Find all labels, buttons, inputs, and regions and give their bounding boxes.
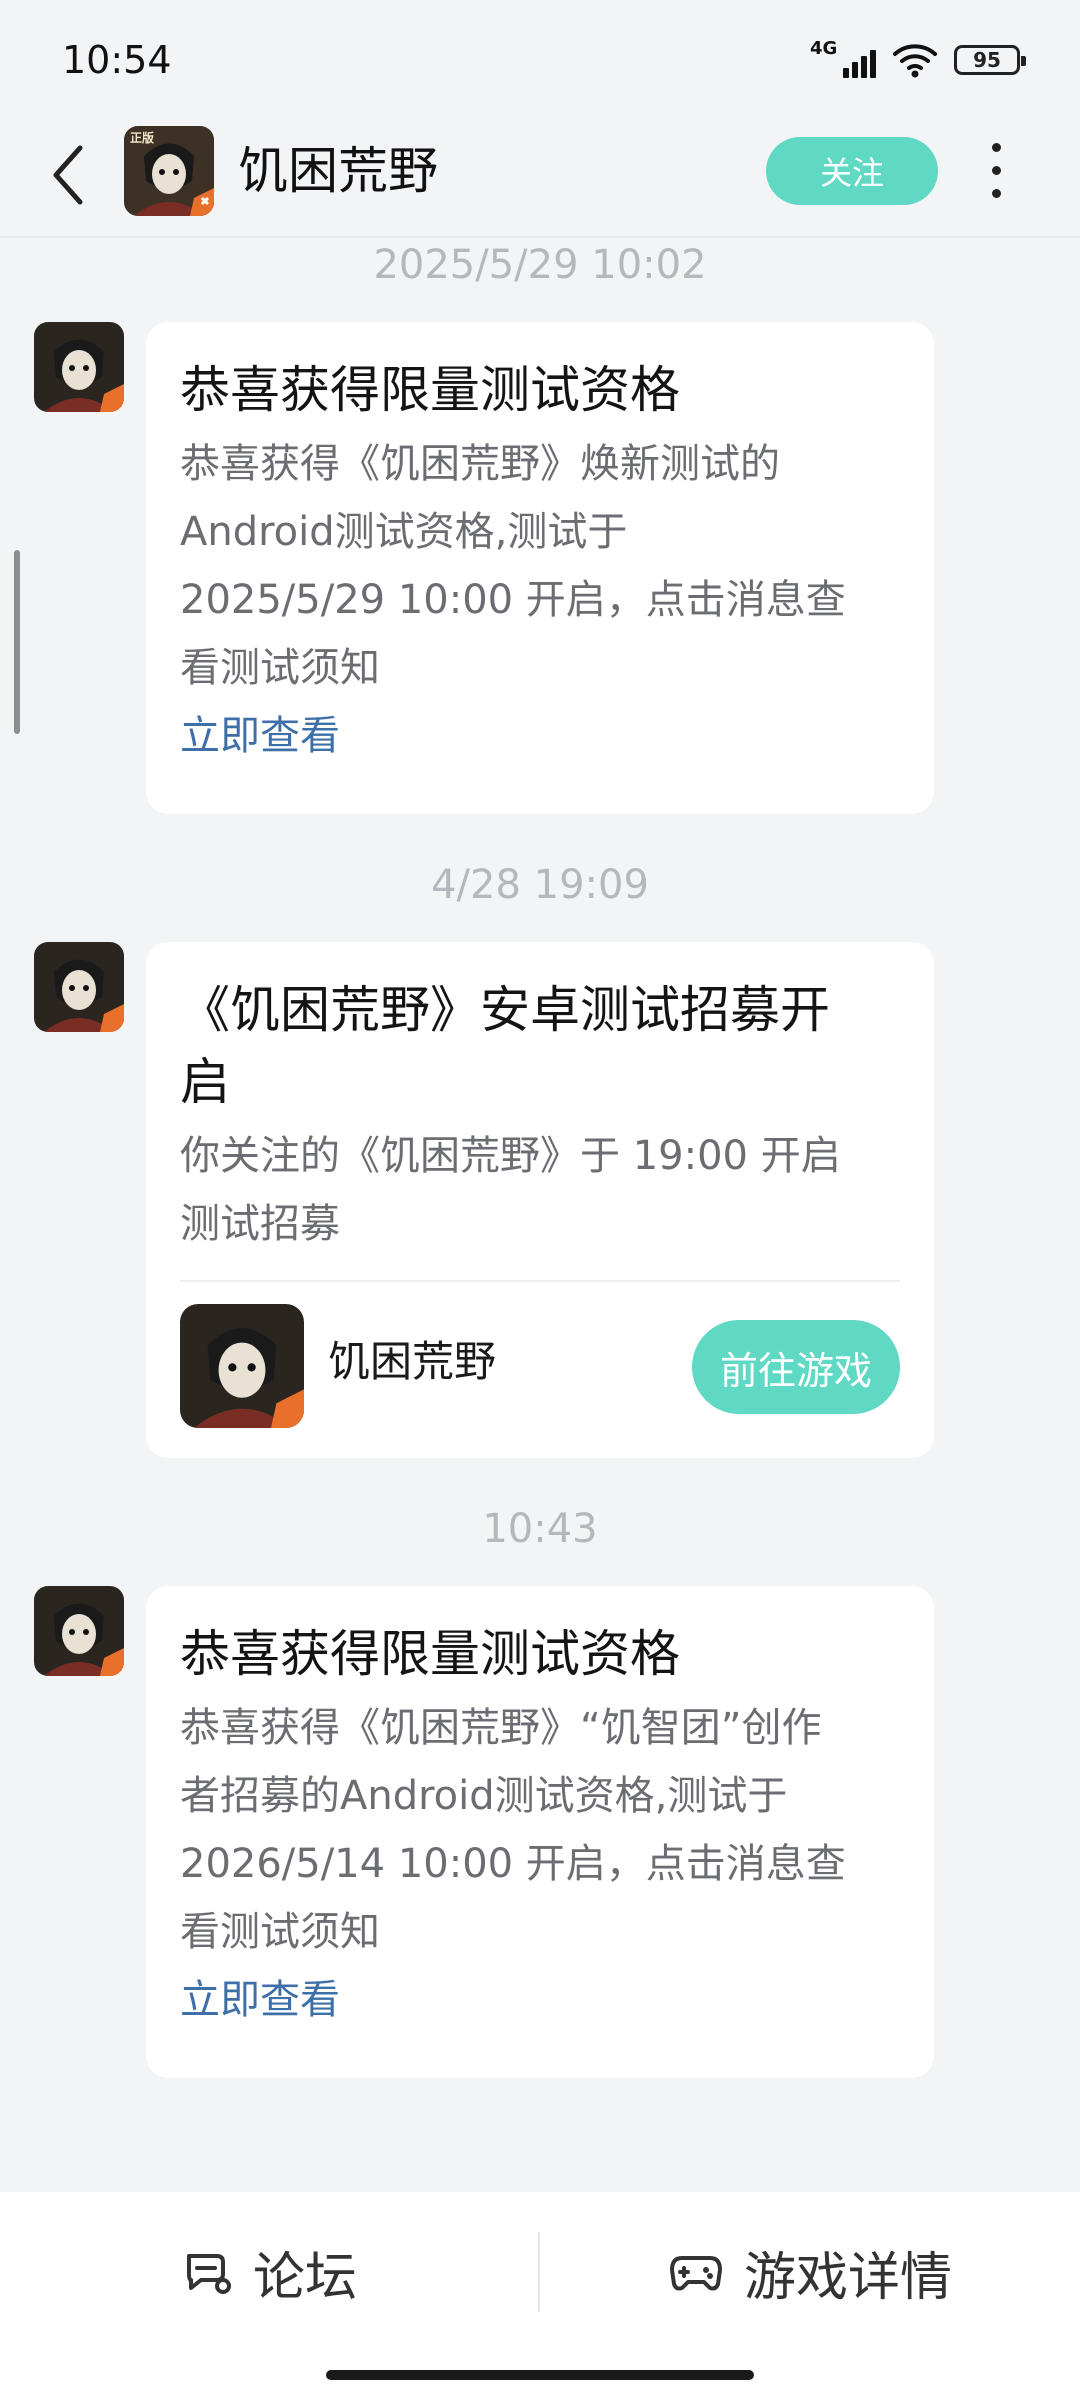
message-title-line: 《饥困荒野》安卓测试招募开	[180, 981, 830, 1039]
message-body-line: 恭喜获得《饥困荒野》“饥智团”创作	[180, 1705, 822, 1751]
game-avatar-art	[34, 942, 124, 1032]
svg-text:正版: 正版	[130, 130, 154, 145]
message-body: 恭喜获得《饥困荒野》“饥智团”创作 者招募的Android测试资格,测试于 20…	[180, 1694, 900, 1966]
tab-forum[interactable]: 论坛	[0, 2192, 538, 2352]
message-body-line: 恭喜获得《饥困荒野》焕新测试的	[180, 441, 780, 487]
game-avatar-art: 正版	[124, 126, 214, 216]
status-icons: 4G 95	[810, 38, 1026, 80]
battery-icon: 95	[954, 45, 1026, 75]
message-body-line: 你关注的《饥困荒野》于 19:00 开启	[180, 1133, 841, 1179]
message-body-line: 者招募的Android测试资格,测试于	[180, 1773, 788, 1819]
message-title: 《饥困荒野》安卓测试招募开 启	[180, 974, 900, 1118]
message-body: 你关注的《饥困荒野》于 19:00 开启 测试招募	[180, 1122, 900, 1258]
game-avatar-art	[34, 1586, 124, 1676]
status-bar: 10:54 4G 95	[0, 0, 1080, 120]
message-timestamp: 10:43	[482, 1506, 598, 1552]
message-body-line: 2026/5/14 10:00 开启，点击消息查	[180, 1841, 846, 1887]
message-body-line: 2025/5/29 10:00 开启，点击消息查	[180, 577, 846, 623]
game-thumbnail[interactable]	[180, 1304, 304, 1428]
message-card[interactable]: 恭喜获得限量测试资格 恭喜获得《饥困荒野》焕新测试的 Android测试资格,测…	[146, 322, 934, 814]
home-indicator[interactable]	[326, 2370, 754, 2380]
view-now-link[interactable]: 立即查看	[180, 1968, 900, 2032]
game-name: 饥困荒野	[328, 1337, 497, 1386]
more-icon[interactable]	[978, 140, 1014, 200]
scrollbar[interactable]	[14, 550, 20, 734]
forum-chat-icon	[186, 2254, 231, 2294]
message-body-line: Android测试资格,测试于	[180, 509, 628, 555]
message-body: 恭喜获得《饥困荒野》焕新测试的 Android测试资格,测试于 2025/5/2…	[180, 430, 900, 702]
follow-button[interactable]: 关注	[766, 137, 938, 205]
message-body-line: 看测试须知	[180, 645, 380, 691]
message-timestamp: 2025/5/29 10:02	[373, 242, 707, 288]
message-card[interactable]: 恭喜获得限量测试资格 恭喜获得《饥困荒野》“饥智团”创作 者招募的Android…	[146, 1586, 934, 2078]
chat-screen: 10:54 4G 95 正版 饥困荒野 关注 2025/5/29 10:02 恭…	[0, 0, 1080, 2400]
bottom-bar: 论坛 游戏详情	[0, 2192, 1080, 2400]
message-body-line: 测试招募	[180, 1201, 340, 1247]
signal-icon: 4G	[810, 38, 876, 80]
battery-level: 95	[973, 48, 1001, 72]
page-title: 饥困荒野	[238, 142, 438, 200]
tab-game-details[interactable]: 游戏详情	[540, 2192, 1080, 2352]
message-body-line: 看测试须知	[180, 1909, 380, 1955]
message-title: 恭喜获得限量测试资格	[180, 361, 680, 419]
network-type-label: 4G	[810, 38, 838, 59]
message-card[interactable]: 《饥困荒野》安卓测试招募开 启 你关注的《饥困荒野》于 19:00 开启 测试招…	[146, 942, 934, 1458]
message-avatar[interactable]	[34, 322, 124, 412]
message-title-line: 启	[180, 1053, 230, 1111]
back-arrow-icon[interactable]	[44, 140, 90, 210]
go-to-game-button[interactable]: 前往游戏	[692, 1320, 900, 1414]
view-now-link[interactable]: 立即查看	[180, 704, 900, 768]
message-timestamp: 4/28 19:09	[431, 862, 649, 908]
tab-game-details-label: 游戏详情	[743, 2247, 952, 2308]
message-avatar[interactable]	[34, 1586, 124, 1676]
message-title: 恭喜获得限量测试资格	[180, 1625, 680, 1683]
status-time: 10:54	[62, 38, 172, 82]
wifi-icon	[893, 44, 937, 78]
game-entry[interactable]: 饥困荒野 前往游戏	[180, 1282, 900, 1448]
chat-header: 正版 饥困荒野 关注	[0, 120, 1080, 238]
header-avatar[interactable]: 正版	[124, 126, 214, 216]
message-avatar[interactable]	[34, 942, 124, 1032]
game-avatar-art	[180, 1304, 304, 1428]
game-avatar-art	[34, 322, 124, 412]
gamepad-icon	[669, 2256, 722, 2291]
tab-forum-label: 论坛	[252, 2247, 357, 2308]
